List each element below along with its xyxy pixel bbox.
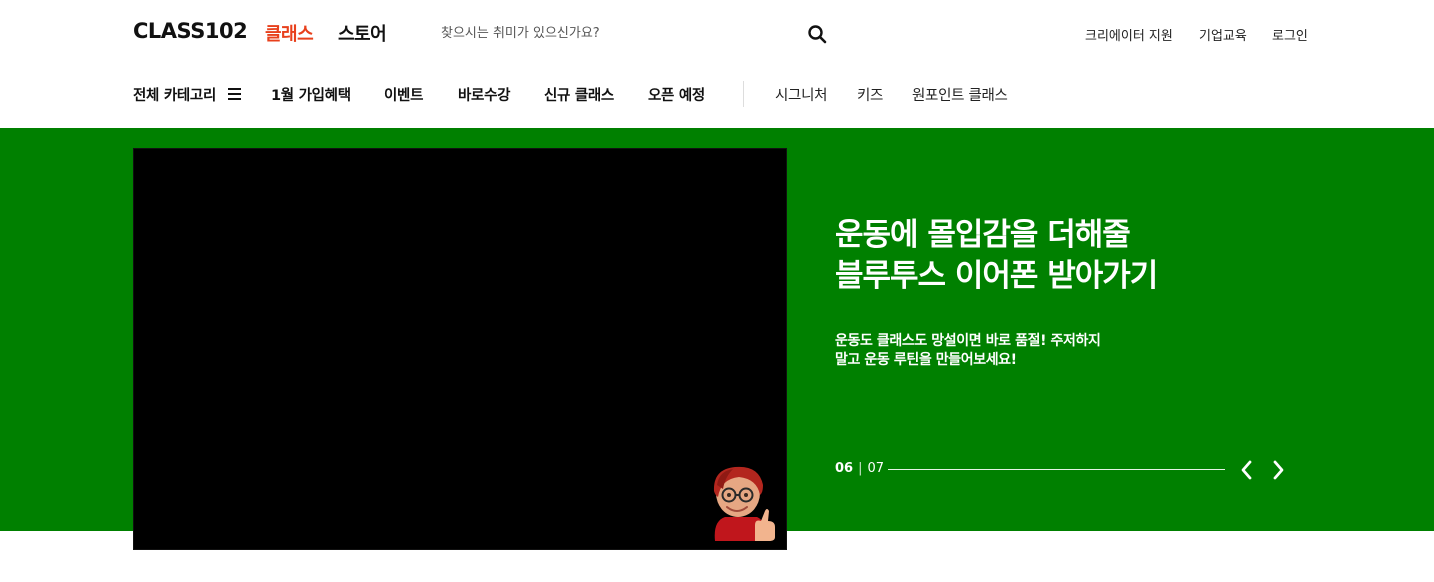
banner-subtext-line-1: 운동도 클래스도 망설이면 바로 품절! 주저하지 — [835, 333, 1101, 349]
nav-item-events[interactable]: 이벤트 — [384, 84, 423, 105]
slide-counter: 06 | 07 — [835, 461, 884, 476]
nav-item-new-classes[interactable]: 신규 클래스 — [544, 84, 614, 105]
nav-divider — [743, 81, 744, 107]
site-logo[interactable]: CLASS102 — [133, 19, 248, 43]
search-icon[interactable] — [807, 24, 827, 44]
nav-item-instant-access[interactable]: 바로수강 — [458, 84, 510, 105]
search-box — [431, 14, 841, 52]
search-input[interactable] — [441, 23, 791, 43]
nav-item-kids[interactable]: 키즈 — [857, 84, 883, 105]
banner-headline-line-1: 운동에 몰입감을 더해줄 — [835, 217, 1131, 253]
chevron-left-icon[interactable] — [1237, 459, 1257, 481]
login-link[interactable]: 로그인 — [1272, 25, 1308, 44]
chevron-right-icon[interactable] — [1268, 459, 1288, 481]
memoji-thumbs-up-icon — [713, 466, 775, 541]
tab-class[interactable]: 클래스 — [265, 20, 314, 46]
nav-all-categories[interactable]: 전체 카테고리 — [133, 84, 216, 105]
creator-support-link[interactable]: 크리에이터 지원 — [1085, 25, 1173, 44]
banner-subtext: 운동도 클래스도 망설이면 바로 품절! 주저하지 말고 운동 루틴을 만들어보… — [835, 332, 1145, 370]
slide-separator: | — [858, 461, 863, 476]
category-nav: 전체 카테고리 1월 가입혜택 이벤트 바로수강 신규 클래스 오픈 예정 시그… — [0, 81, 1434, 107]
nav-item-january-benefits[interactable]: 1월 가입혜택 — [271, 84, 351, 105]
nav-item-signature[interactable]: 시그니처 — [775, 84, 827, 105]
banner-headline: 운동에 몰입감을 더해줄 블루투스 이어폰 받아가기 — [835, 215, 1255, 297]
nav-item-coming-soon[interactable]: 오픈 예정 — [648, 84, 705, 105]
hamburger-menu-icon[interactable] — [228, 88, 241, 100]
slide-current: 06 — [835, 461, 854, 476]
corporate-education-link[interactable]: 기업교육 — [1199, 25, 1247, 44]
site-header: CLASS102 클래스 스토어 크리에이터 지원 기업교육 로그인 전체 카테… — [0, 0, 1434, 128]
slide-progress-line — [888, 469, 1225, 470]
slide-total: 07 — [867, 461, 885, 476]
tab-store[interactable]: 스토어 — [338, 20, 387, 46]
nav-item-one-point-class[interactable]: 원포인트 클래스 — [912, 84, 1008, 105]
banner-video[interactable] — [133, 148, 787, 550]
banner-headline-line-2: 블루투스 이어폰 받아가기 — [835, 258, 1158, 294]
banner-subtext-line-2: 말고 운동 루틴을 만들어보세요! — [835, 352, 1017, 368]
